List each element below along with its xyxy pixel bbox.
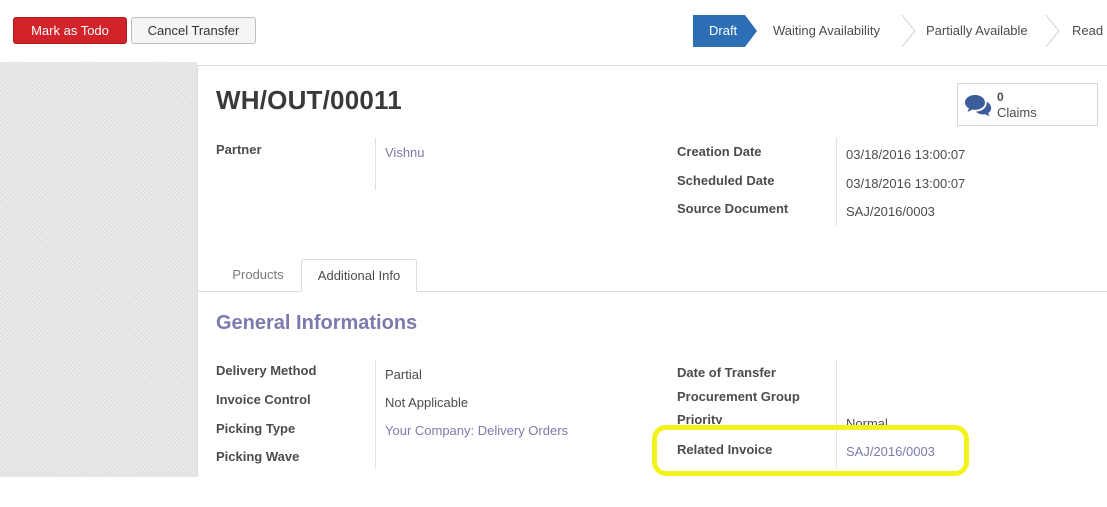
form-sheet: WH/OUT/00011 0 Claims Partner Vishnu Cre… [197,65,1107,477]
claims-label: Claims [997,105,1037,120]
status-bar: Draft Waiting Availability Partially Ava… [693,15,1107,47]
field-divider [375,360,376,468]
stage-waiting-availability[interactable]: Waiting Availability [759,15,880,47]
stage-draft-arrow [745,15,757,47]
invoice-control-value: Not Applicable [385,395,469,410]
stage-draft[interactable]: Draft [693,15,745,47]
picking-wave-label: Picking Wave [216,449,300,464]
section-title: General Informations [216,312,418,334]
stage-ready[interactable]: Read [1058,15,1103,47]
source-document-value: SAJ/2016/0003 [846,204,935,219]
source-document-label: Source Document [677,201,789,216]
creation-date-label: Creation Date [677,144,762,159]
claims-count: 0 [997,90,1004,104]
creation-date-value: 03/18/2016 13:00:07 [846,147,966,162]
scheduled-date-label: Scheduled Date [677,173,775,188]
invoice-control-label: Invoice Control [216,392,311,407]
delivery-method-value: Partial [385,367,422,382]
partner-link[interactable]: Vishnu [385,145,425,160]
comments-icon [964,93,992,117]
procurement-group-label: Procurement Group [677,389,800,404]
field-divider [836,138,837,226]
delivery-method-label: Delivery Method [216,363,317,378]
page: Mark as Todo Cancel Transfer Draft Waiti… [0,0,1107,507]
field-divider [836,360,837,468]
priority-label: Priority [677,412,723,424]
picking-type-label: Picking Type [216,421,296,436]
related-invoice-link[interactable]: SAJ/2016/0003 [846,444,935,459]
cancel-transfer-button[interactable]: Cancel Transfer [131,17,256,44]
form-background-pane [0,62,197,477]
top-action-bar: Mark as Todo Cancel Transfer Draft Waiti… [0,0,1107,62]
tab-products[interactable]: Products [216,259,300,292]
stage-partially-available[interactable]: Partially Available [912,15,1028,47]
related-invoice-label: Related Invoice [677,442,773,457]
field-divider [375,138,376,190]
scheduled-date-value: 03/18/2016 13:00:07 [846,176,966,191]
claims-smart-button[interactable]: 0 Claims [957,83,1098,126]
record-title: WH/OUT/00011 [216,85,402,115]
partner-label: Partner [216,142,262,157]
priority-value[interactable]: Normal [846,416,888,427]
picking-type-link[interactable]: Your Company: Delivery Orders [385,423,568,438]
mark-as-todo-button[interactable]: Mark as Todo [13,17,127,44]
date-of-transfer-label: Date of Transfer [677,365,776,380]
tab-additional-info[interactable]: Additional Info [301,259,417,292]
